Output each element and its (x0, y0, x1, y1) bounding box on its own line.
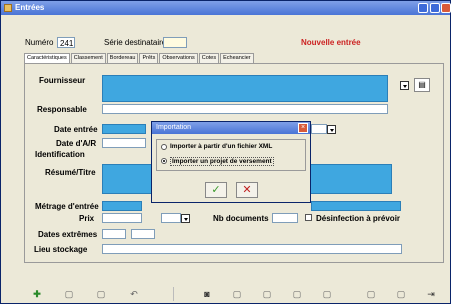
dialog-titlebar: Importation × (152, 122, 310, 134)
print-icon[interactable]: ▢ (363, 287, 379, 301)
fournisseur-field[interactable] (102, 75, 388, 102)
binoculars-icon[interactable]: ◙ (199, 287, 215, 301)
window-title: Entrées (15, 3, 45, 12)
fournisseur-dropdown[interactable] (400, 81, 409, 90)
date-extreme-end-field[interactable] (131, 229, 155, 239)
importation-dialog: Importation × Importer à partir d'un fic… (151, 121, 311, 203)
nb-documents-label: Nb documents (213, 214, 269, 223)
responsable-label: Responsable (37, 105, 87, 114)
undo-icon[interactable]: ↶ (126, 287, 142, 301)
app-icon (4, 4, 12, 12)
option-versement-label[interactable]: Importer un projet de versement (170, 157, 274, 166)
metrage-field[interactable] (102, 201, 142, 211)
status-text: Nouvelle entrée (301, 38, 361, 47)
identification-label: Identification (35, 150, 85, 159)
metrage-label: Métrage d'entrée (35, 202, 99, 211)
numero-value: 241 (60, 39, 74, 48)
fournisseur-label: Fournisseur (39, 76, 86, 85)
option-versement-radio[interactable] (161, 158, 167, 164)
first-record-icon[interactable]: ▢ (229, 287, 245, 301)
maximize-button[interactable] (430, 3, 440, 13)
desinfection-checkbox[interactable] (305, 214, 312, 221)
dialog-ok-button[interactable]: ✓ (205, 182, 227, 198)
date-extreme-start-field[interactable] (102, 229, 126, 239)
exit-icon[interactable]: ⇥ (423, 287, 439, 301)
option-xml-radio[interactable] (161, 144, 167, 150)
nb-documents-field[interactable] (272, 213, 298, 223)
delete-icon[interactable]: ▢ (393, 287, 409, 301)
next-record-icon[interactable]: ▢ (289, 287, 305, 301)
numero-label: Numéro (25, 38, 54, 47)
dates-extremes-label: Dates extrêmes (38, 230, 98, 239)
bottom-toolbar: ✚ ▢ ▢ ↶ ◙ ▢ ▢ ▢ ▢ ▢ ▢ ⇥ (23, 287, 443, 303)
responsable-field[interactable] (102, 104, 388, 114)
window-titlebar: Entrées (1, 1, 451, 15)
serie-label: Série destinataire (104, 38, 167, 47)
prix-label: Prix (79, 214, 95, 223)
tab-bar: Caractéristiques Classement Bordereau Pr… (24, 53, 255, 64)
numero-field[interactable]: 241 (57, 37, 75, 48)
currency-dropdown[interactable] (181, 214, 190, 223)
metrage-extra-field[interactable] (311, 201, 401, 211)
date-entree-dropdown[interactable] (327, 125, 336, 134)
date-entree-label: Date entrée (54, 125, 98, 134)
dialog-close-icon[interactable]: × (298, 123, 308, 133)
lieu-stockage-field[interactable] (102, 244, 402, 254)
fournisseur-lookup-icon[interactable]: ▤ (414, 78, 430, 92)
resume-label: Résumé/Titre (45, 168, 96, 177)
option-xml-label[interactable]: Importer à partir d'un fichier XML (170, 143, 272, 150)
currency-field[interactable] (161, 213, 181, 223)
entrees-window: Entrées Numéro 241 Série destinataire No… (0, 0, 451, 304)
last-record-icon[interactable]: ▢ (319, 287, 335, 301)
lieu-stockage-label: Lieu stockage (34, 245, 88, 254)
prix-field[interactable] (102, 213, 142, 223)
date-ar-field[interactable] (102, 138, 146, 148)
serie-field[interactable] (163, 37, 187, 48)
date-ar-label: Date d'A/R (56, 139, 97, 148)
dialog-cancel-button[interactable]: ✕ (236, 182, 258, 198)
save-icon[interactable]: ▢ (61, 287, 77, 301)
add-icon[interactable]: ✚ (29, 287, 45, 301)
toolbar-divider (173, 287, 174, 301)
close-button[interactable] (441, 3, 451, 13)
date-entree-extra-field[interactable] (311, 124, 327, 134)
date-entree-field[interactable] (102, 124, 146, 134)
previous-record-icon[interactable]: ▢ (259, 287, 275, 301)
dialog-title: Importation (156, 124, 192, 131)
desinfection-label: Désinfection à prévoir (316, 214, 401, 223)
edit-icon[interactable]: ▢ (93, 287, 109, 301)
minimize-button[interactable] (418, 3, 428, 13)
